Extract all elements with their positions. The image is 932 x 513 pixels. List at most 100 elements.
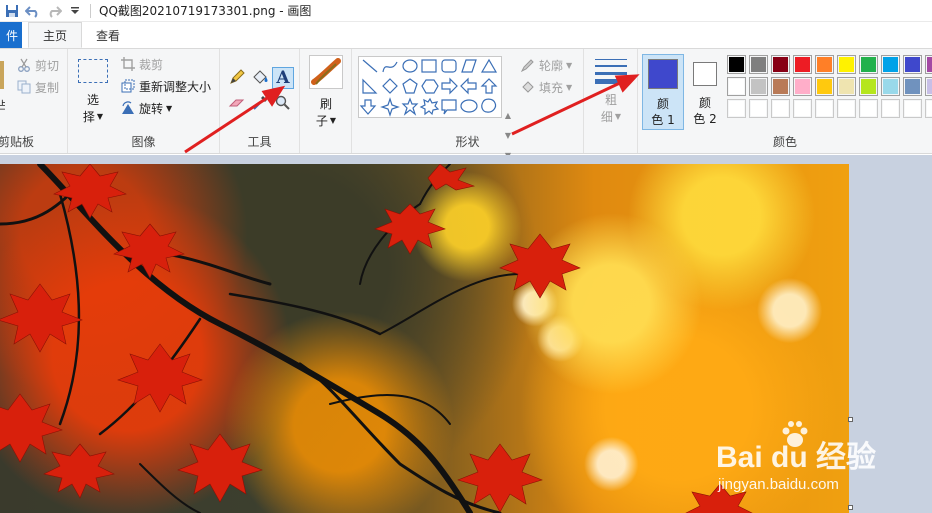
brushes-button[interactable]: 刷 子 ▼ — [306, 55, 346, 129]
text-tool[interactable]: A — [272, 67, 294, 89]
custom-color-slot[interactable] — [771, 99, 790, 118]
palette-swatch[interactable] — [815, 77, 834, 96]
paste-icon — [0, 61, 4, 89]
palette-swatch[interactable] — [749, 77, 768, 96]
outline-dropdown-icon: ▼ — [566, 60, 573, 70]
save-icon[interactable] — [3, 2, 21, 20]
line-width-icon — [595, 57, 627, 85]
color-picker-tool[interactable] — [249, 93, 271, 115]
magnifier-tool[interactable] — [272, 93, 294, 115]
custom-color-slot[interactable] — [749, 99, 768, 118]
cut-label: 剪切 — [35, 58, 60, 73]
palette-swatch[interactable] — [771, 77, 790, 96]
crop-label: 裁剪 — [139, 57, 164, 72]
custom-color-slot[interactable] — [859, 99, 878, 118]
palette-swatch[interactable] — [793, 77, 812, 96]
tab-view[interactable]: 查看 — [82, 22, 134, 48]
pencil-tool[interactable] — [226, 67, 248, 89]
color2-button[interactable]: 颜 色 2 — [688, 54, 722, 132]
palette-swatch[interactable] — [837, 55, 856, 74]
custom-color-slot[interactable] — [925, 99, 932, 118]
size-label-line1: 粗 — [604, 93, 617, 107]
quick-access-toolbar — [0, 0, 97, 22]
select-label-line2: 择 — [82, 110, 95, 124]
palette-swatch[interactable] — [903, 77, 922, 96]
ribbon-tabs: 件 主页 查看 — [0, 22, 932, 48]
paste-button[interactable]: 占 — [0, 57, 8, 127]
title-bar: QQ截图20210719173301.png - 画图 — [0, 0, 932, 22]
fill-bucket-icon — [520, 79, 536, 95]
color1-swatch — [648, 59, 678, 89]
rotate-button[interactable]: 旋转 ▼ — [120, 98, 172, 118]
select-label-line1: 选 — [86, 93, 99, 107]
copy-button[interactable]: 复制 — [16, 77, 59, 97]
custom-color-slot[interactable] — [837, 99, 856, 118]
tab-file[interactable]: 件 — [0, 22, 22, 48]
rotate-icon — [120, 100, 136, 116]
brushes-label-line2-wrap: 子 ▼ — [316, 112, 336, 129]
customize-quick-access-icon[interactable] — [66, 2, 84, 20]
brushes-label-line2: 子 — [315, 114, 328, 128]
palette-swatch[interactable] — [881, 55, 900, 74]
fill-dropdown-icon: ▼ — [566, 82, 573, 92]
brushes-dropdown-icon: ▼ — [329, 116, 337, 125]
select-button[interactable]: 选 择 ▼ — [76, 59, 110, 125]
palette-swatch[interactable] — [727, 77, 746, 96]
custom-color-slot[interactable] — [727, 99, 746, 118]
color1-button[interactable]: 颜 色 1 — [642, 54, 684, 130]
palette-swatch[interactable] — [837, 77, 856, 96]
palette-swatch[interactable] — [925, 77, 932, 96]
group-size: 粗 细 ▼ — [584, 49, 638, 153]
fill-tool[interactable] — [249, 67, 271, 89]
palette-swatch[interactable] — [771, 55, 790, 74]
eraser-tool[interactable] — [226, 93, 248, 115]
rotate-dropdown-icon: ▼ — [166, 103, 173, 113]
redo-icon[interactable] — [45, 2, 63, 20]
shapes-gallery — [358, 56, 502, 118]
color1-label-line2: 色 1 — [651, 113, 675, 127]
shapes-scroll-up-icon[interactable]: ▲ — [502, 107, 514, 125]
custom-color-slot[interactable] — [793, 99, 812, 118]
rotate-label: 旋转 — [139, 101, 164, 116]
color2-label-line2: 色 2 — [693, 112, 717, 126]
copy-label: 复制 — [35, 80, 60, 95]
palette-swatch[interactable] — [859, 77, 878, 96]
color-palette — [727, 55, 932, 125]
group-clipboard: 占 剪切 复制 剪贴板 — [0, 49, 68, 153]
custom-color-slot[interactable] — [815, 99, 834, 118]
palette-swatch[interactable] — [903, 55, 922, 74]
canvas-resize-handle-corner[interactable] — [848, 505, 853, 510]
tab-home[interactable]: 主页 — [28, 22, 83, 48]
paint-bucket-icon — [251, 69, 269, 88]
clipboard-group-label: 剪贴板 — [0, 135, 35, 149]
custom-color-slot[interactable] — [903, 99, 922, 118]
group-image: 选 择 ▼ 裁剪 重新调整大小 旋转 ▼ 图像 — [68, 49, 220, 153]
palette-swatch[interactable] — [815, 55, 834, 74]
fill-label: 填充 — [539, 80, 564, 95]
shapes-scroll-down-icon[interactable]: ▼ — [502, 127, 514, 145]
palette-swatch[interactable] — [793, 55, 812, 74]
palette-swatch[interactable] — [925, 55, 932, 74]
select-rectangle-icon — [78, 59, 108, 83]
custom-color-slot[interactable] — [881, 99, 900, 118]
palette-swatch[interactable] — [749, 55, 768, 74]
undo-icon[interactable] — [24, 2, 42, 20]
select-dropdown-icon: ▼ — [96, 112, 104, 121]
resize-button[interactable]: 重新调整大小 — [120, 76, 211, 96]
palette-swatch[interactable] — [859, 55, 878, 74]
outline-button[interactable]: 轮廓 ▼ — [520, 55, 572, 75]
ribbon: 占 剪切 复制 剪贴板 选 择▼ 裁剪 — [0, 48, 932, 160]
brush-icon — [309, 55, 343, 89]
palette-swatch[interactable] — [881, 77, 900, 96]
fill-button[interactable]: 填充 ▼ — [520, 77, 572, 97]
palette-swatch[interactable] — [727, 55, 746, 74]
cut-button[interactable]: 剪切 — [16, 55, 59, 75]
size-label-line2-wrap: 细 ▼ — [601, 108, 621, 125]
size-button[interactable]: 粗 细 ▼ — [592, 57, 630, 125]
crop-button[interactable]: 裁剪 — [120, 54, 163, 74]
watermark-brand: Bai du 经验 — [716, 441, 877, 474]
tools-grid: A — [226, 67, 298, 137]
crop-icon — [120, 56, 136, 72]
select-label-line2-wrap: 择 ▼ — [83, 108, 103, 125]
brushes-label-line1: 刷 — [319, 97, 332, 111]
